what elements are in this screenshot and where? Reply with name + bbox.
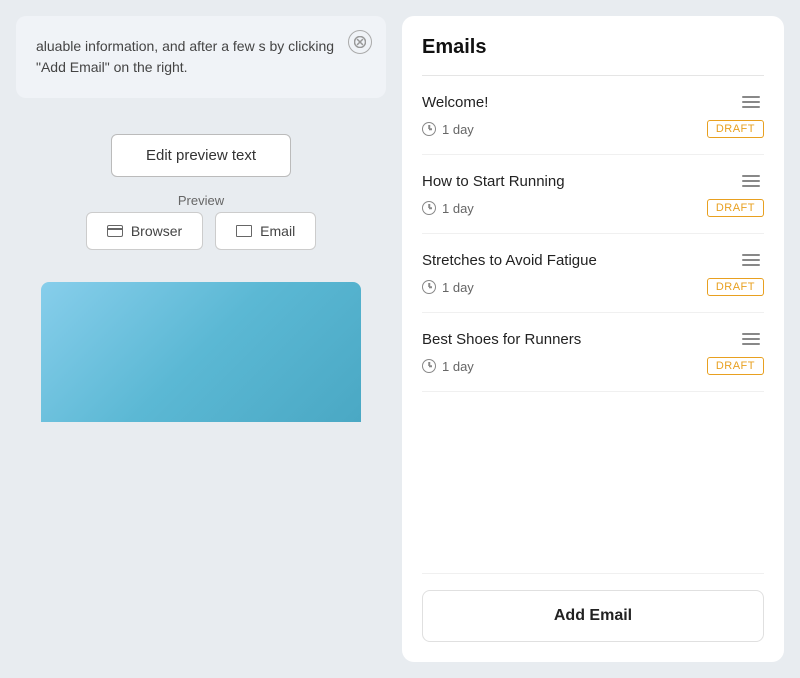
add-email-button[interactable]: Add Email xyxy=(422,590,764,642)
email-timing: 1 day xyxy=(422,359,474,374)
clock-icon xyxy=(422,122,436,136)
draft-badge: DRAFT xyxy=(707,120,764,138)
draft-badge: DRAFT xyxy=(707,357,764,375)
timing-text: 1 day xyxy=(442,122,474,137)
info-card: aluable information, and after a few s b… xyxy=(16,16,386,98)
close-button[interactable] xyxy=(348,30,372,54)
email-item-top: Stretches to Avoid Fatigue xyxy=(422,250,764,270)
clock-icon xyxy=(422,280,436,294)
email-menu-icon[interactable] xyxy=(738,92,764,112)
preview-section: Preview Browser Email xyxy=(86,193,316,250)
middle-section: Edit preview text Preview Browser Email xyxy=(16,114,386,442)
email-item-bottom: 1 day DRAFT xyxy=(422,357,764,375)
email-item-top: Best Shoes for Runners xyxy=(422,329,764,349)
email-name: Welcome! xyxy=(422,94,488,111)
clock-icon xyxy=(422,359,436,373)
email-preview-button[interactable]: Email xyxy=(215,212,316,250)
draft-badge: DRAFT xyxy=(707,199,764,217)
email-item-bottom: 1 day DRAFT xyxy=(422,278,764,296)
left-panel: aluable information, and after a few s b… xyxy=(16,16,386,662)
emails-list: Welcome! 1 day DRAFT How to Start Runnin… xyxy=(422,76,764,573)
email-timing: 1 day xyxy=(422,122,474,137)
email-image-preview xyxy=(41,282,361,422)
email-menu-icon[interactable] xyxy=(738,329,764,349)
email-timing: 1 day xyxy=(422,201,474,216)
email-item: How to Start Running 1 day DRAFT xyxy=(422,155,764,234)
emails-title: Emails xyxy=(422,36,764,76)
preview-buttons: Browser Email xyxy=(86,212,316,250)
browser-preview-button[interactable]: Browser xyxy=(86,212,203,250)
right-panel: Emails Welcome! 1 day DRAFT How to Start… xyxy=(402,16,784,662)
draft-badge: DRAFT xyxy=(707,278,764,296)
timing-text: 1 day xyxy=(442,280,474,295)
timing-text: 1 day xyxy=(442,201,474,216)
info-card-text: aluable information, and after a few s b… xyxy=(36,36,366,78)
add-email-section: Add Email xyxy=(422,573,764,642)
timing-text: 1 day xyxy=(442,359,474,374)
email-name: Best Shoes for Runners xyxy=(422,331,581,348)
email-menu-icon[interactable] xyxy=(738,171,764,191)
email-item-top: How to Start Running xyxy=(422,171,764,191)
email-item: Stretches to Avoid Fatigue 1 day DRAFT xyxy=(422,234,764,313)
email-item-bottom: 1 day DRAFT xyxy=(422,120,764,138)
edit-preview-button[interactable]: Edit preview text xyxy=(111,134,291,177)
email-menu-icon[interactable] xyxy=(738,250,764,270)
email-name: Stretches to Avoid Fatigue xyxy=(422,252,597,269)
browser-icon xyxy=(107,225,123,237)
clock-icon xyxy=(422,201,436,215)
email-item-top: Welcome! xyxy=(422,92,764,112)
email-item: Best Shoes for Runners 1 day DRAFT xyxy=(422,313,764,392)
email-timing: 1 day xyxy=(422,280,474,295)
email-item: Welcome! 1 day DRAFT xyxy=(422,76,764,155)
email-item-bottom: 1 day DRAFT xyxy=(422,199,764,217)
preview-label: Preview xyxy=(86,193,316,208)
email-icon xyxy=(236,225,252,237)
email-name: How to Start Running xyxy=(422,173,565,190)
close-icon xyxy=(354,36,366,48)
